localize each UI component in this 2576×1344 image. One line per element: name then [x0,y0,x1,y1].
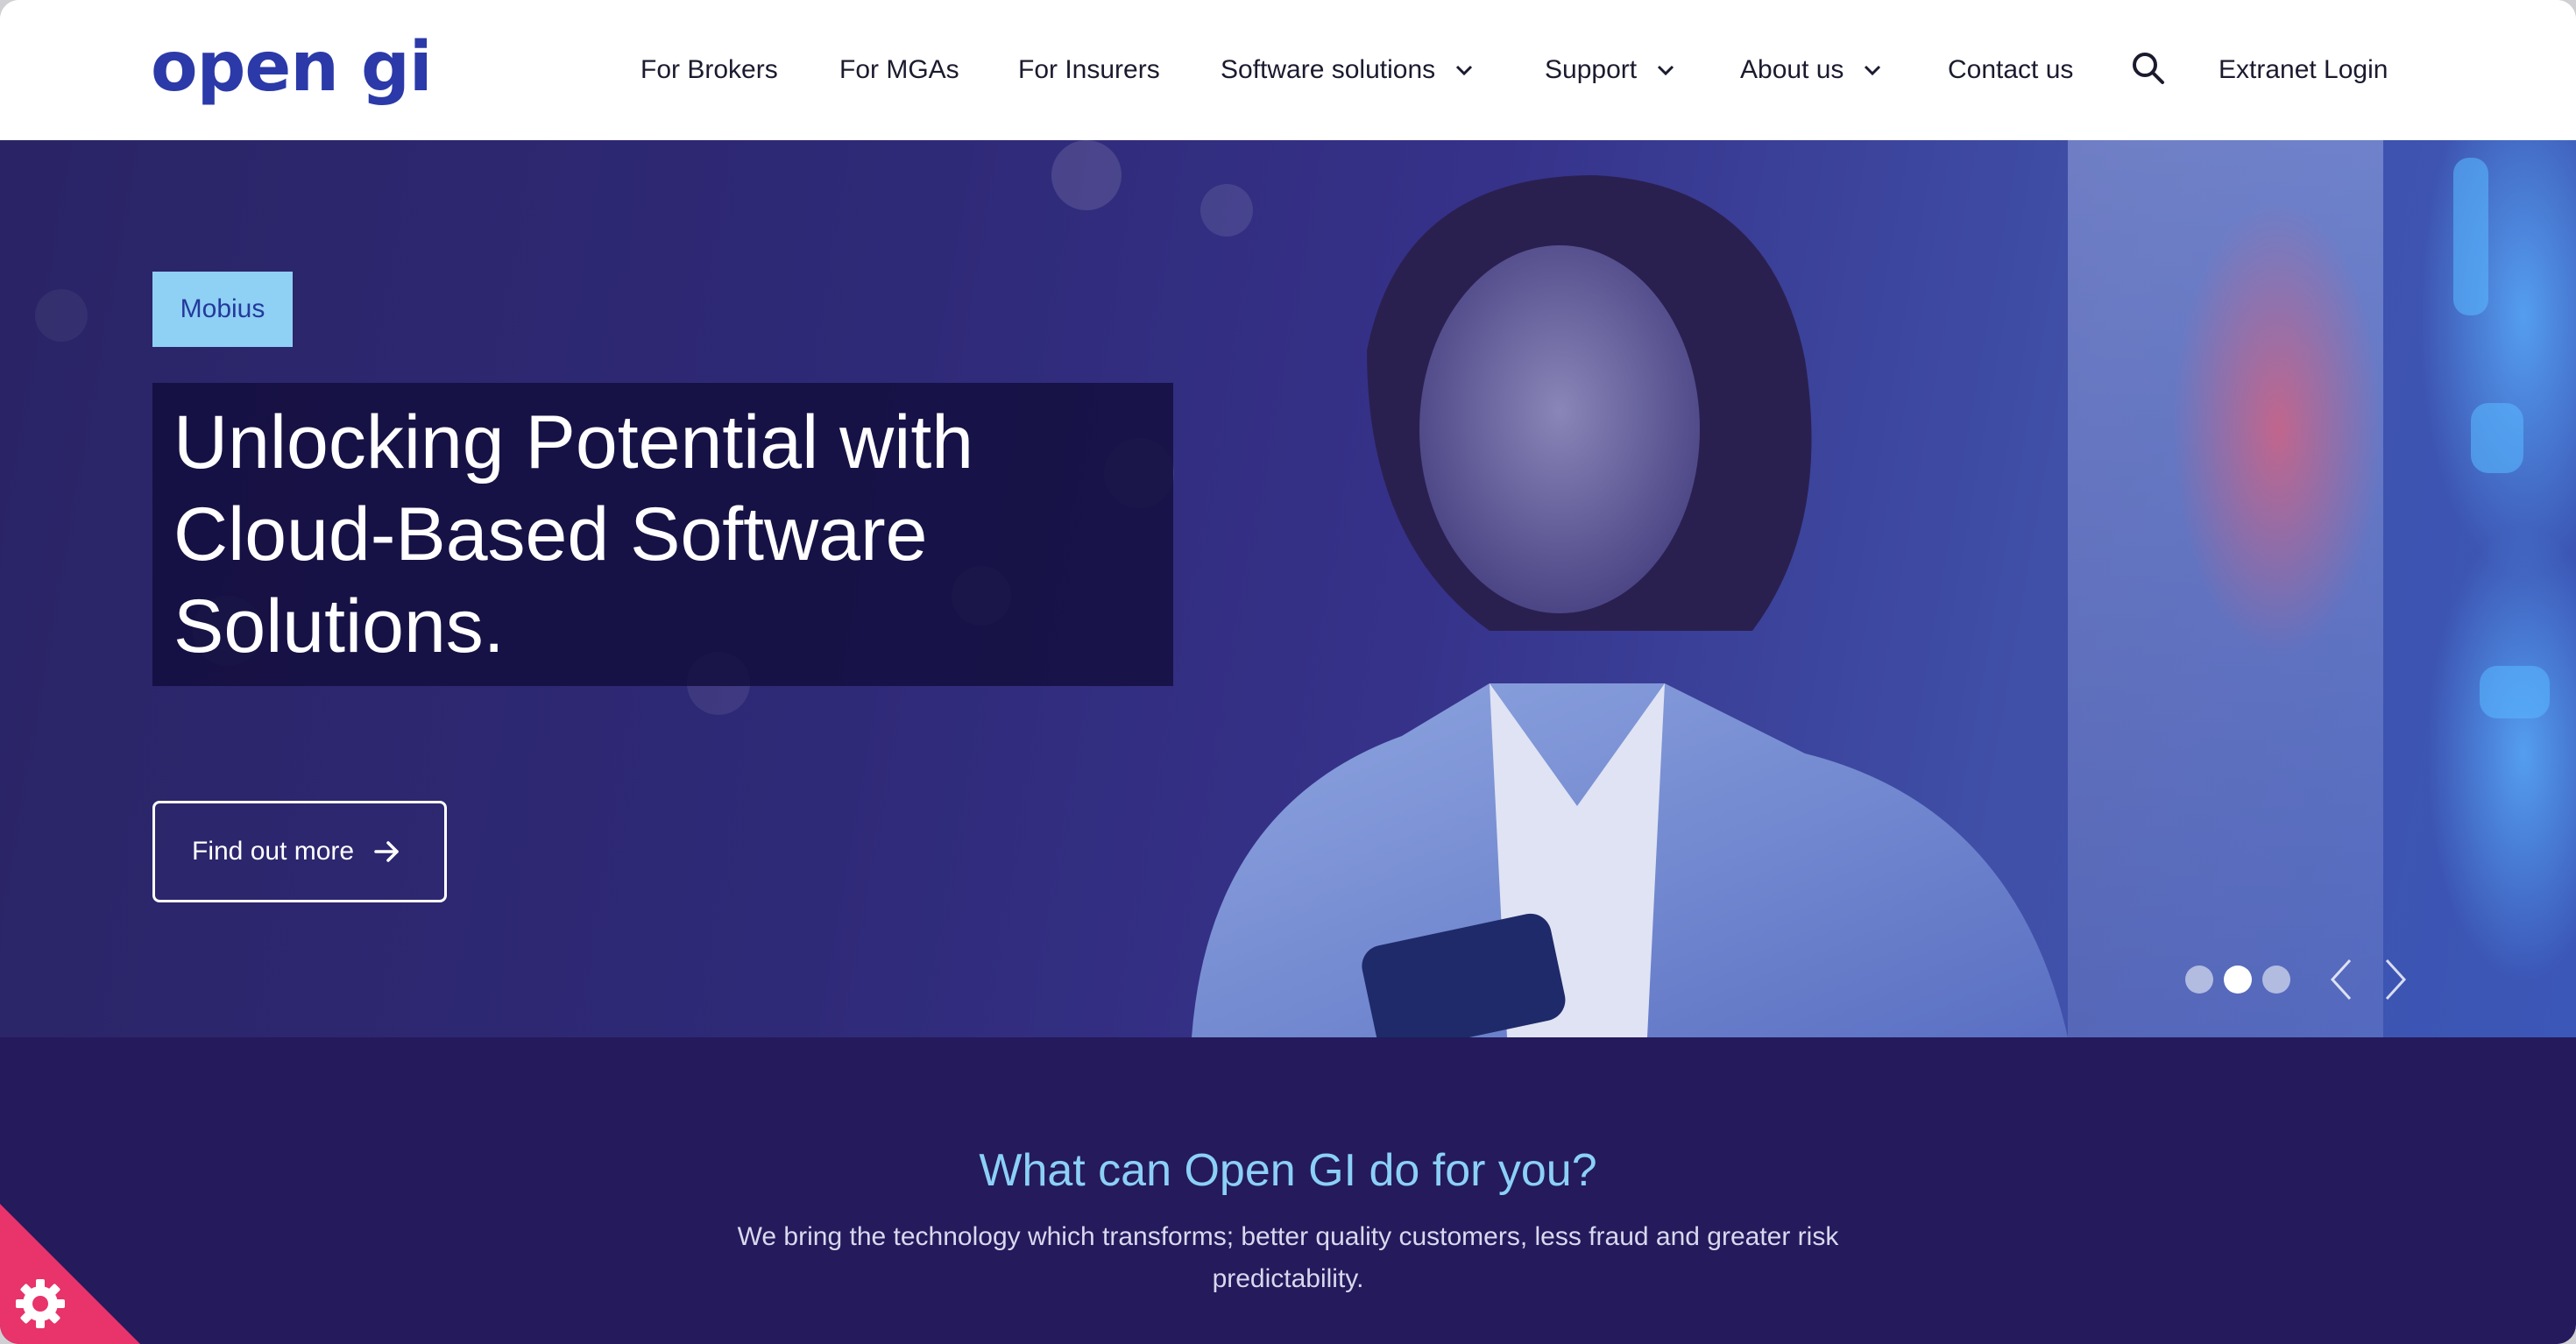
carousel-dot-active[interactable] [2224,966,2252,994]
carousel-indicators [2185,966,2290,994]
chevron-down-icon [1865,65,1881,76]
extranet-login-link[interactable]: Extranet Login [2219,49,2388,91]
carousel-next-icon[interactable] [2378,955,2413,1004]
nav-label: Support [1545,55,1638,84]
nav-about-us[interactable]: About us [1740,49,1882,91]
hero-headline: Unlocking Potential with Cloud-Based Sof… [173,400,974,668]
nav-support[interactable]: Support [1545,49,1675,91]
nav-contact-us[interactable]: Contact us [1948,49,2073,91]
nav-for-insurers[interactable]: For Insurers [1018,49,1160,91]
site-header: open gi For Brokers For MGAs For Insurer… [0,0,2576,140]
nav-label: For MGAs [839,55,959,84]
nav-label: About us [1740,55,1844,84]
hero-carousel: Mobius Unlocking Potential with Cloud-Ba… [0,140,2576,1037]
chevron-down-icon [1658,65,1674,76]
intro-section: What can Open GI do for you? We bring th… [0,1037,2576,1344]
login-label: Extranet Login [2219,55,2388,84]
tag-label: Mobius [180,294,265,323]
cookie-settings-icon [16,1279,65,1328]
browser-page: open gi For Brokers For MGAs For Insurer… [0,0,2576,1344]
headline-panel: Unlocking Potential with Cloud-Based Sof… [152,383,1173,686]
search-icon[interactable] [2129,49,2168,88]
carousel-dot[interactable] [2262,966,2290,994]
cookie-settings-button[interactable] [0,1204,140,1344]
nav-for-mgas[interactable]: For MGAs [839,49,959,91]
nav-software-solutions[interactable]: Software solutions [1221,49,1474,91]
nav-label: For Brokers [640,55,778,84]
nav-label: For Insurers [1018,55,1160,84]
category-tag[interactable]: Mobius [152,272,293,347]
chevron-down-icon [1456,65,1473,76]
nav-for-brokers[interactable]: For Brokers [640,49,778,91]
cta-label: Find out more [192,837,355,866]
carousel-prev-icon[interactable] [2324,955,2359,1004]
nav-label: Contact us [1948,55,2074,84]
carousel-dot[interactable] [2185,966,2213,994]
intro-title: What can Open GI do for you? [979,1145,1597,1196]
nav-label: Software solutions [1221,55,1436,84]
find-out-more-button[interactable]: Find out more [152,801,447,902]
arrow-right-icon [374,841,399,862]
intro-text: We bring the technology which transforms… [737,1222,1839,1293]
main-nav: For Brokers For MGAs For Insurers Softwa… [0,0,2576,140]
